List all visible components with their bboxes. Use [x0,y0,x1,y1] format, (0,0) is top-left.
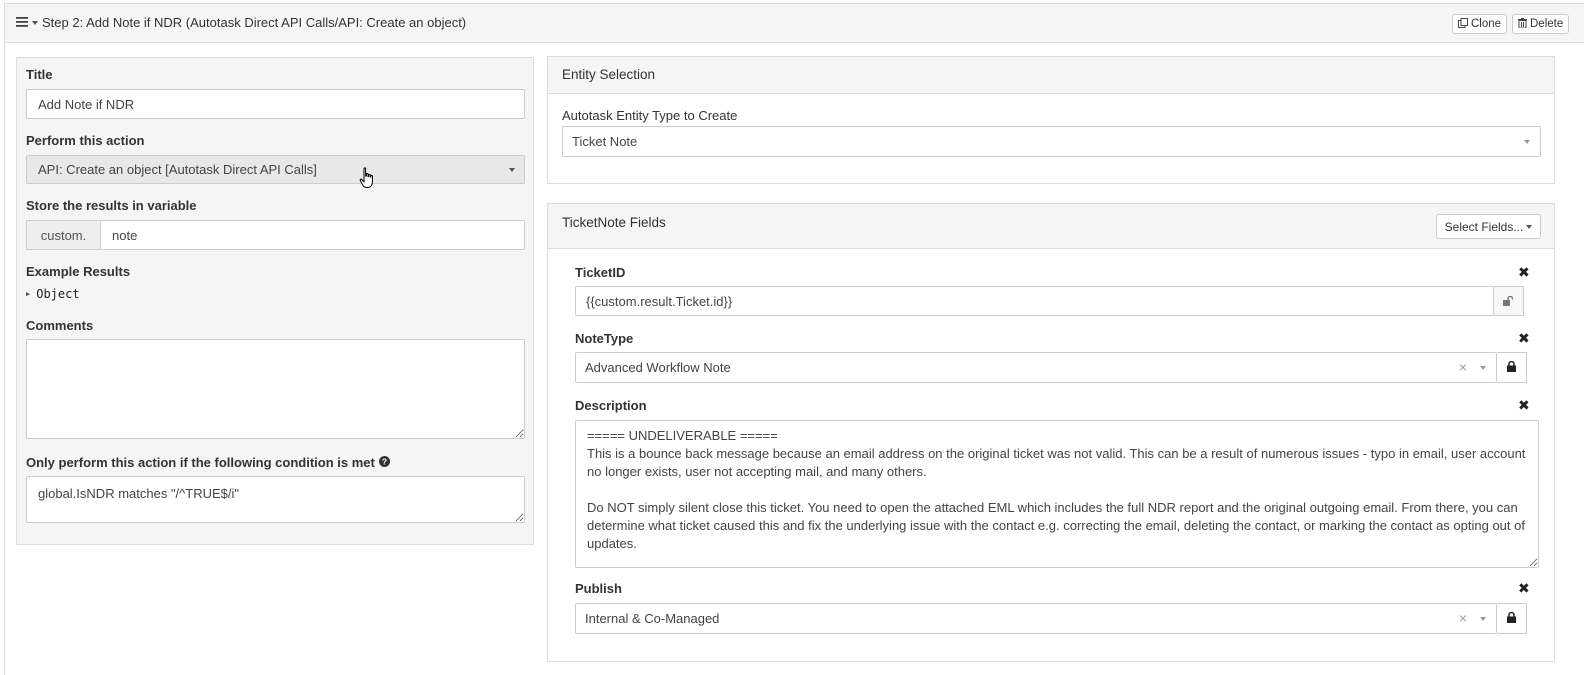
ticketnote-fields-panel: TicketNote Fields Select Fields... Ticke… [547,203,1555,662]
entity-selection-panel: Entity Selection Autotask Entity Type to… [547,56,1555,184]
example-results-tree[interactable]: ▶ Object [26,287,80,301]
unlock-icon [1503,294,1514,309]
clear-selection-icon[interactable]: × [1459,359,1467,375]
chevron-down-icon [1480,366,1486,370]
entity-type-select[interactable]: Ticket Note [562,126,1541,157]
store-variable-input[interactable]: note [100,220,525,250]
notetype-label: NoteType [575,331,634,346]
comments-label: Comments [26,318,94,333]
publish-select[interactable]: Internal & Co-Managed × [575,603,1497,634]
ticketnote-fields-title: TicketNote Fields [562,215,666,230]
action-label: Perform this action [26,133,145,148]
notetype-lock-button[interactable] [1497,352,1527,383]
remove-publish-close-icon[interactable]: ✖ [1518,580,1530,597]
question-circle-icon[interactable]: ? [378,455,390,470]
step-title-text: Step 2: Add Note if NDR (Autotask Direct… [42,15,467,30]
entity-type-value: Ticket Note [572,134,638,149]
chevron-down-icon [509,168,515,172]
publish-label: Publish [575,581,622,596]
expand-triangle-icon[interactable]: ▶ [26,290,30,298]
clear-selection-icon[interactable]: × [1459,610,1467,626]
entity-selection-title: Entity Selection [562,67,656,82]
lock-icon [1507,360,1516,375]
trash-icon [1518,17,1527,31]
lock-icon [1507,611,1516,626]
hand-pointer-icon [359,167,375,192]
example-results-label: Example Results [26,264,131,279]
comments-textarea[interactable] [26,339,525,439]
condition-label-row: Only perform this action if the followin… [26,455,390,470]
svg-text:?: ? [382,457,387,467]
description-label: Description [575,398,647,413]
remove-notetype-close-icon[interactable]: ✖ [1518,330,1530,347]
store-prefix: custom. [26,220,100,250]
publish-lock-button[interactable] [1497,603,1527,634]
ticketid-label: TicketID [575,265,626,280]
example-results-value: Object [36,287,80,301]
delete-label: Delete [1530,18,1564,30]
clone-label: Clone [1471,18,1502,30]
publish-value: Internal & Co-Managed [585,611,720,626]
ticketnote-fields-header: TicketNote Fields Select Fields... [548,204,1554,249]
step-title[interactable]: Step 2: Add Note if NDR (Autotask Direct… [16,15,466,30]
action-select-value: API: Create an object [Autotask Direct A… [38,162,317,177]
notetype-select[interactable]: Advanced Workflow Note × [575,352,1497,383]
ticketid-unlock-button[interactable] [1494,286,1524,316]
entity-type-label: Autotask Entity Type to Create [562,108,738,123]
caret-down-icon [1526,224,1533,229]
ticketid-input[interactable]: {{custom.result.Ticket.id}} [575,286,1494,316]
condition-label: Only perform this action if the followin… [26,455,375,470]
chevron-down-icon [1524,140,1530,144]
caret-down-icon[interactable] [32,20,38,25]
entity-selection-header: Entity Selection [548,57,1554,94]
step-header: Step 2: Add Note if NDR (Autotask Direct… [5,4,1584,43]
hamburger-icon[interactable] [16,15,28,30]
chevron-down-icon [1480,617,1486,621]
notetype-value: Advanced Workflow Note [585,360,731,375]
action-settings-panel: Title Add Note if NDR Perform this actio… [16,57,534,545]
title-input[interactable]: Add Note if NDR [26,89,525,119]
delete-button[interactable]: Delete [1512,14,1570,34]
clone-button[interactable]: Clone [1452,14,1508,34]
action-select[interactable]: API: Create an object [Autotask Direct A… [26,155,525,184]
condition-textarea[interactable]: global.IsNDR matches "/^TRUE$/i" [26,476,525,523]
description-textarea[interactable]: ===== UNDELIVERABLE ===== This is a boun… [575,420,1539,568]
title-label: Title [26,67,53,82]
select-fields-label: Select Fields... [1444,219,1524,234]
clone-icon [1458,17,1468,31]
remove-description-close-icon[interactable]: ✖ [1518,397,1530,414]
select-fields-button[interactable]: Select Fields... [1436,214,1541,239]
store-label: Store the results in variable [26,198,197,213]
remove-ticketid-close-icon[interactable]: ✖ [1518,264,1530,281]
